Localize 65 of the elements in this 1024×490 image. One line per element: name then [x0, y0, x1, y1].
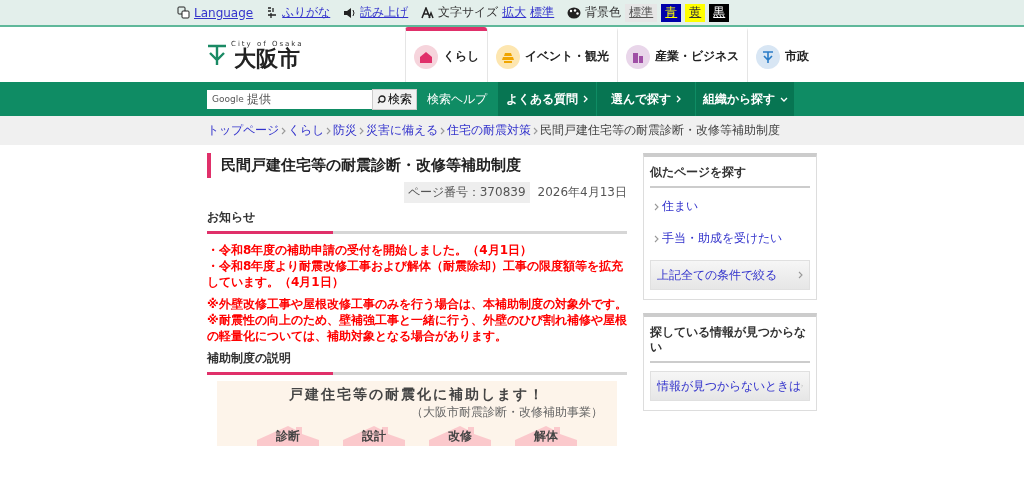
page-date: 2026年4月13日 — [537, 184, 627, 201]
note-text: ※耐震性の向上のため、壁補強工事と一緒に行う、外壁のひび割れ補修や屋根の軽量化については、補助対象となる場合があります。 — [207, 312, 627, 344]
search-button[interactable]: 検索 — [372, 88, 417, 110]
breadcrumb-link[interactable]: くらし — [288, 122, 324, 139]
house-label: 診断 — [276, 428, 300, 445]
panel-heading: 探している情報が見つからない — [650, 325, 810, 363]
nav-menu-item[interactable]: 選んで探す — [596, 82, 695, 116]
nav-menu-item[interactable]: よくある質問 — [497, 82, 596, 116]
chevron-right-icon — [654, 234, 659, 243]
house-icon — [419, 49, 433, 64]
notice-text: ・令和8年度の補助申請の受付を開始しました。（4月1日） — [207, 242, 534, 258]
similar-page-link[interactable]: 住まい — [662, 198, 698, 215]
search-help-link[interactable]: 検索ヘルプ — [427, 90, 487, 108]
chevron-right-icon — [533, 126, 538, 135]
font-size-label: 文字サイズ — [438, 4, 499, 21]
font-size-link[interactable]: 標準 — [530, 4, 555, 21]
house-label: 解体 — [534, 428, 558, 445]
logo-name: 大阪市 — [234, 47, 301, 70]
panel-heading: 似たページを探す — [650, 165, 810, 188]
city-emblem-icon — [207, 43, 227, 66]
banner-title: 戸建住宅等の耐震化に補助します！ — [289, 386, 545, 404]
house-label: 改修 — [448, 428, 472, 445]
chevron-right-icon — [440, 126, 445, 135]
background-color-button[interactable]: 黒 — [709, 3, 730, 22]
language-link[interactable]: Language — [194, 5, 254, 20]
house-label: 設計 — [362, 428, 386, 445]
chevron-right-icon — [281, 126, 286, 135]
breadcrumb-link[interactable]: 災害に備える — [366, 122, 438, 139]
notice-text: ・令和8年度より耐震改修工事および解体（耐震除却）工事の限度額等を拡充しています。（4月1日） — [207, 258, 625, 290]
section-heading: 補助制度の説明 — [207, 350, 292, 367]
chevron-right-icon — [798, 271, 803, 279]
breadcrumb-current: 民間戸建住宅等の耐震診断・改修等補助制度 — [540, 122, 780, 139]
chevron-right-icon — [654, 202, 659, 211]
chevron-right-icon — [676, 95, 681, 103]
background-color-button[interactable]: 標準 — [625, 3, 658, 22]
speaker-icon — [343, 6, 357, 19]
not-found-button[interactable]: 情報が見つからないときは — [650, 371, 810, 401]
filter-button[interactable]: 上記全ての条件で絞る — [650, 260, 810, 290]
page-number: ページ番号：370839 — [403, 182, 530, 203]
background-color-button[interactable]: 黄 — [685, 3, 706, 22]
page-title: 民間戸建住宅等の耐震診断・改修等補助制度 — [207, 153, 627, 178]
breadcrumb-link[interactable]: 住宅の耐震対策 — [447, 122, 531, 139]
furigana-icon — [266, 6, 279, 19]
section-heading: お知らせ — [207, 209, 256, 226]
chevron-right-icon — [583, 95, 588, 103]
background-color-label: 背景色 — [585, 4, 622, 21]
similar-page-link[interactable]: 手当・助成を受けたい — [662, 230, 782, 247]
banner-subtitle: （大阪市耐震診断・改修補助事業） — [411, 404, 603, 421]
chevron-right-icon — [359, 126, 364, 135]
translate-icon — [177, 6, 190, 19]
emblem-icon — [761, 49, 775, 64]
read-aloud-link[interactable]: 読み上げ — [360, 4, 409, 21]
chevron-down-icon — [779, 96, 788, 102]
breadcrumb-link[interactable]: トップページ — [207, 122, 279, 139]
breadcrumb-link[interactable]: 防災 — [333, 122, 357, 139]
nav-menu-item[interactable]: 組織から探す — [695, 82, 794, 116]
font-size-icon — [421, 6, 435, 19]
search-field[interactable]: Google 提供 — [207, 89, 372, 109]
chevron-right-icon — [326, 126, 331, 135]
furigana-link[interactable]: ふりがな — [282, 4, 331, 21]
palette-icon — [567, 6, 582, 19]
note-text: ※外壁改修工事や屋根改修工事のみを行う場合は、本補助制度の対象外です。 — [207, 296, 627, 312]
background-color-button[interactable]: 青 — [661, 3, 682, 22]
font-size-link[interactable]: 拡大 — [502, 4, 527, 21]
search-icon — [377, 94, 386, 104]
